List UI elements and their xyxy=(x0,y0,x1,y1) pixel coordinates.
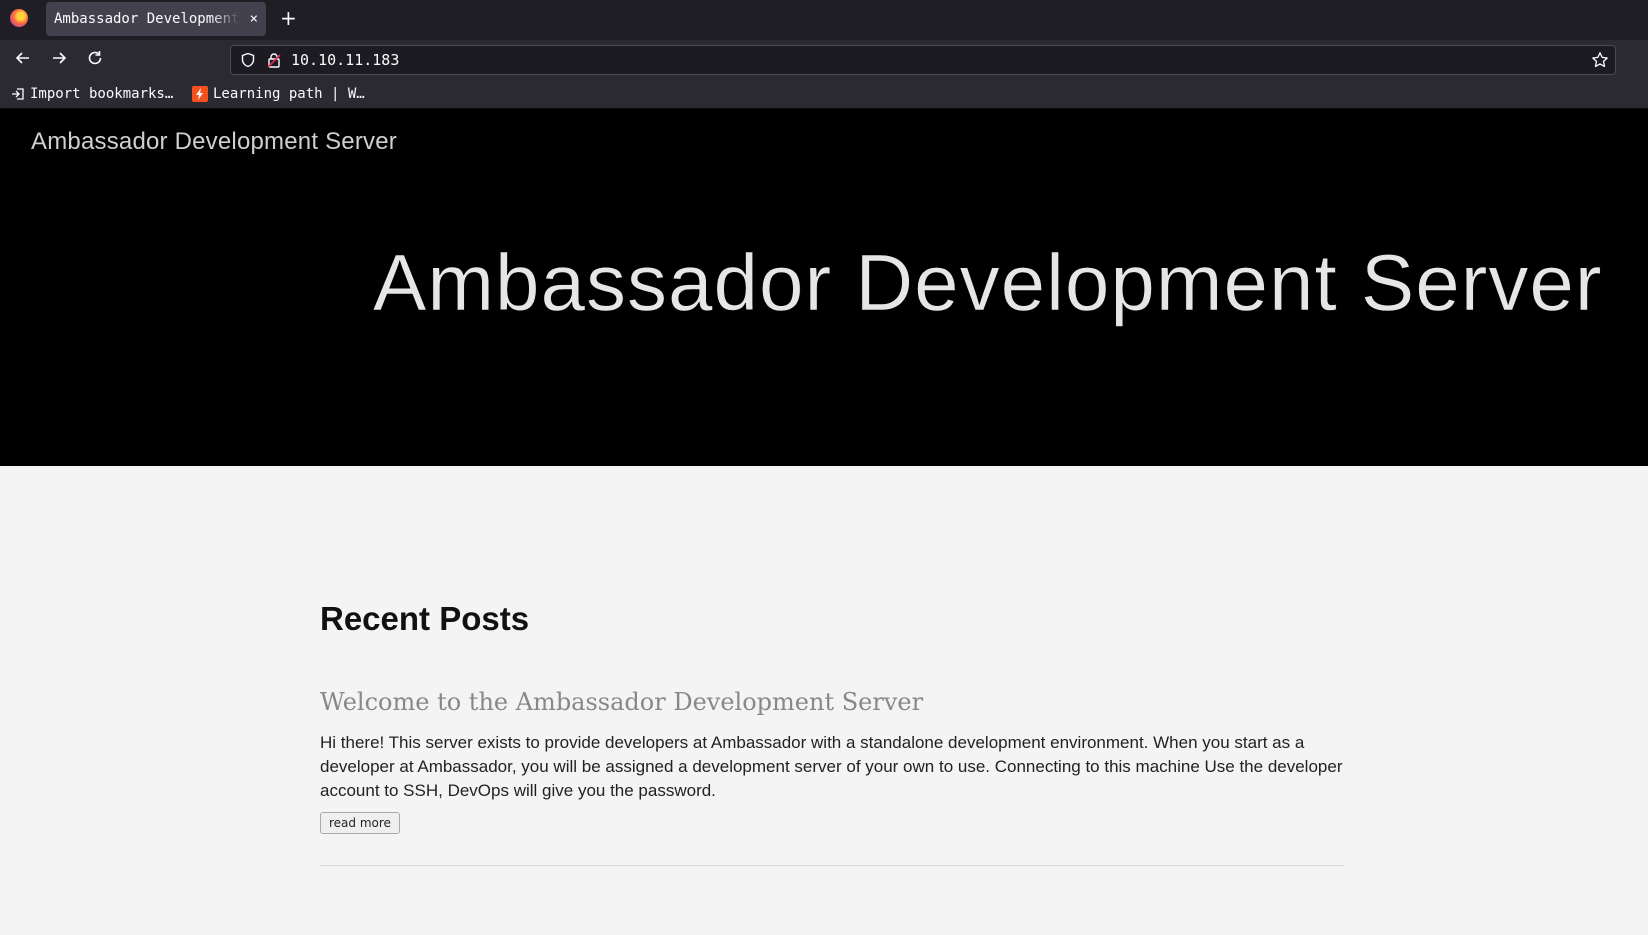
divider xyxy=(320,865,1344,866)
tab-title: Ambassador Development Server xyxy=(54,11,239,27)
bookmark-label: Import bookmarks… xyxy=(30,86,174,102)
browser-tab[interactable]: Ambassador Development Server × xyxy=(46,2,266,36)
browser-tab-bar: Ambassador Development Server × + xyxy=(0,0,1648,40)
bookmarks-toolbar: Import bookmarks… Learning path | W… xyxy=(0,80,1648,109)
firefox-logo-icon[interactable] xyxy=(10,9,28,27)
insecure-lock-icon[interactable] xyxy=(267,52,281,68)
back-button[interactable] xyxy=(12,49,34,71)
read-more-button[interactable]: read more xyxy=(320,812,400,834)
forward-button[interactable] xyxy=(48,49,70,71)
bookmark-label: Learning path | W… xyxy=(213,86,365,102)
forward-arrow-icon xyxy=(53,52,67,64)
site-brand-link[interactable]: Ambassador Development Server xyxy=(31,128,397,156)
post-item: Welcome to the Ambassador Development Se… xyxy=(320,688,1344,866)
section-heading: Recent Posts xyxy=(320,600,530,637)
url-text[interactable]: 10.10.11.183 xyxy=(291,46,399,74)
import-icon xyxy=(12,88,24,100)
hero-banner: Ambassador Development Server Ambassador… xyxy=(0,109,1648,466)
shield-icon[interactable] xyxy=(240,52,256,68)
lightning-favicon xyxy=(192,86,208,102)
back-arrow-icon xyxy=(15,52,29,64)
reload-icon xyxy=(88,51,102,65)
main-content: Recent Posts Welcome to the Ambassador D… xyxy=(320,600,1344,866)
bookmark-learning-path[interactable]: Learning path | W… xyxy=(192,80,365,108)
new-tab-button[interactable]: + xyxy=(280,7,297,29)
bookmark-import[interactable]: Import bookmarks… xyxy=(11,80,173,108)
tab-close-icon[interactable]: × xyxy=(250,2,258,36)
browser-nav-bar: 10.10.11.183 xyxy=(0,40,1648,80)
post-title-link[interactable]: Welcome to the Ambassador Development Se… xyxy=(320,688,1344,716)
address-bar[interactable]: 10.10.11.183 xyxy=(230,45,1616,75)
post-excerpt: Hi there! This server exists to provide … xyxy=(320,733,1343,800)
reload-button[interactable] xyxy=(84,49,106,71)
bookmark-star-icon[interactable] xyxy=(1591,51,1609,69)
hero-title: Ambassador Development Server xyxy=(373,238,1603,328)
